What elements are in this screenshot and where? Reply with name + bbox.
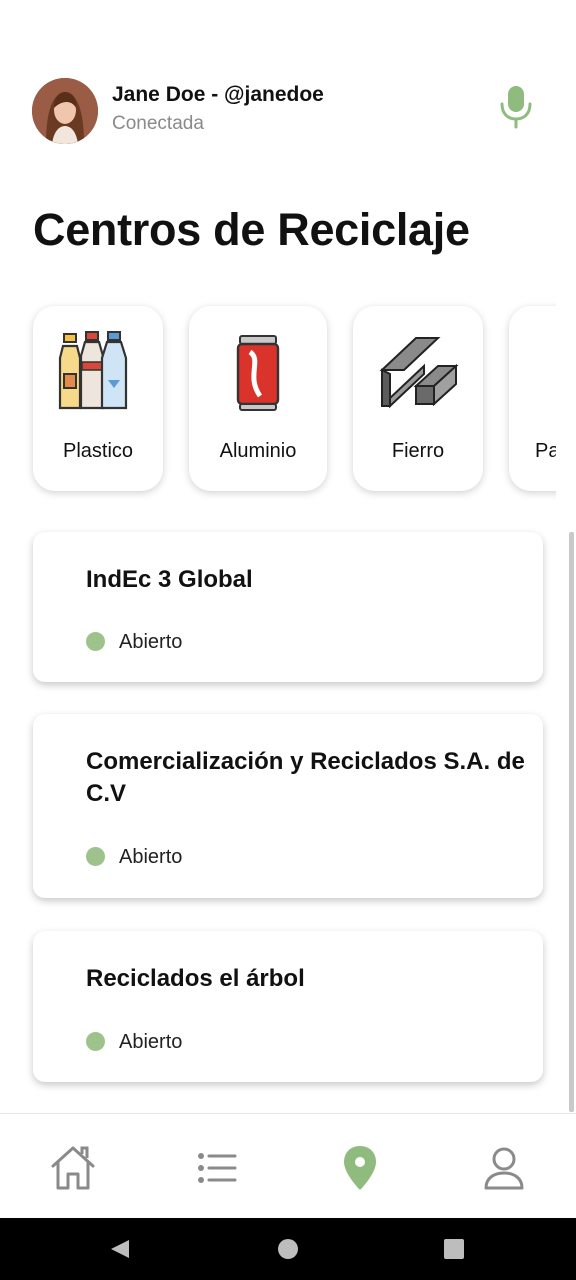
- iron-beams-icon: [376, 330, 460, 414]
- center-card[interactable]: Reciclados el árbol Abierto: [33, 931, 543, 1082]
- category-carousel[interactable]: Plastico Aluminio Fierro Pa: [0, 300, 556, 500]
- category-label: Aluminio: [219, 440, 297, 462]
- microphone-icon[interactable]: [498, 84, 534, 130]
- user-header: Jane Doe - @janedoe Conectada: [32, 78, 544, 144]
- center-name: Reciclados el árbol: [86, 965, 305, 992]
- system-navigation-bar: [0, 1218, 576, 1280]
- center-name: Comercialización y Reciclados S.A. de C.…: [86, 748, 525, 807]
- status-dot: [86, 847, 105, 866]
- category-label: Fierro: [391, 440, 445, 462]
- list-icon[interactable]: [193, 1144, 241, 1192]
- category-aluminio[interactable]: Aluminio: [189, 306, 327, 491]
- user-icon[interactable]: [480, 1144, 528, 1192]
- recents-icon[interactable]: [443, 1238, 465, 1260]
- user-name: Jane Doe - @janedoe: [112, 83, 324, 106]
- status-dot: [86, 632, 105, 651]
- category-label: Pa: [535, 440, 556, 462]
- category-plastico[interactable]: Plastico: [33, 306, 163, 491]
- center-status: Abierto: [86, 1031, 182, 1054]
- user-status: Conectada: [112, 113, 204, 134]
- category-pa[interactable]: Pa: [509, 306, 556, 491]
- category-fierro[interactable]: Fierro: [353, 306, 483, 491]
- bottom-nav: [0, 1113, 576, 1218]
- category-label: Plastico: [62, 440, 134, 462]
- home-icon[interactable]: [49, 1144, 97, 1192]
- status-text: Abierto: [119, 631, 183, 653]
- center-name: IndEc 3 Global: [86, 566, 253, 593]
- center-status: Abierto: [86, 631, 182, 654]
- status-text: Abierto: [119, 1031, 183, 1053]
- back-icon[interactable]: [109, 1238, 131, 1260]
- scrollbar[interactable]: [569, 532, 574, 1112]
- center-card[interactable]: IndEc 3 Global Abierto: [33, 532, 543, 682]
- map-pin-icon[interactable]: [336, 1144, 384, 1192]
- center-status: Abierto: [86, 846, 182, 869]
- status-text: Abierto: [119, 846, 183, 868]
- home-circle-icon[interactable]: [277, 1238, 299, 1260]
- page-title: Centros de Reciclaje: [33, 204, 470, 255]
- plastic-bottles-icon: [56, 330, 140, 414]
- status-dot: [86, 1032, 105, 1051]
- center-card[interactable]: Comercialización y Reciclados S.A. de C.…: [33, 714, 543, 898]
- aluminum-can-icon: [216, 330, 300, 414]
- avatar[interactable]: [32, 78, 98, 144]
